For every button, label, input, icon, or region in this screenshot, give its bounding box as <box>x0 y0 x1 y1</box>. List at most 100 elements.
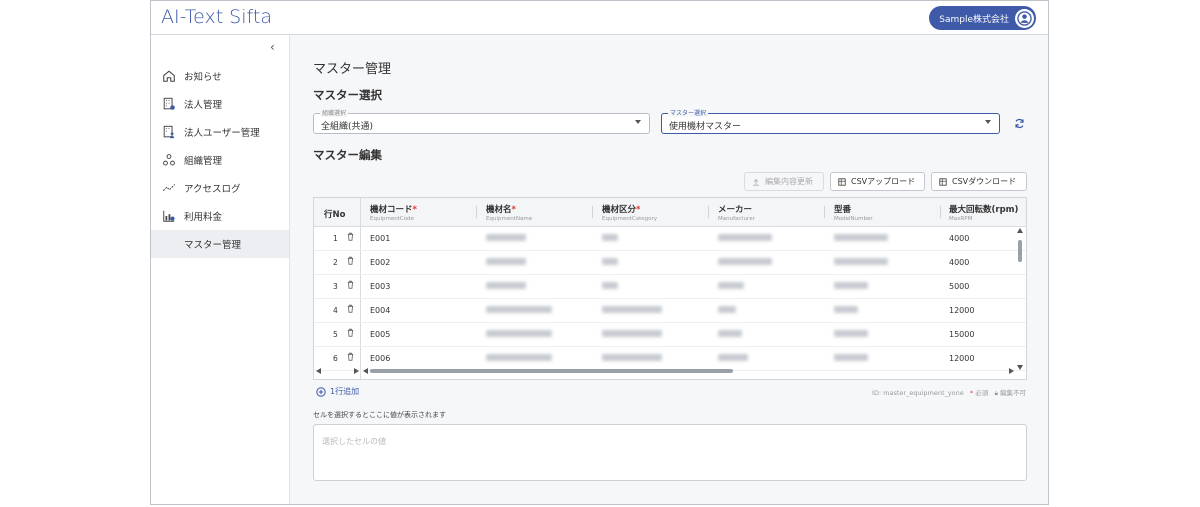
master-select[interactable]: マスター選択 使用機材マスター <box>661 108 1000 134</box>
update-button-label: 編集内容更新 <box>765 177 813 186</box>
csv-download-button[interactable]: CSVダウンロード <box>931 172 1027 191</box>
page-title: マスター管理 <box>313 62 392 77</box>
master-select-value: 使用機材マスター <box>669 122 742 132</box>
trash-icon[interactable] <box>347 232 354 241</box>
col-header-category[interactable]: 機材区分* EquipmentCategory <box>602 203 657 222</box>
master-select-label: マスター選択 <box>668 108 709 117</box>
section-title-edit: マスター編集 <box>313 148 382 162</box>
upload-arrow-icon <box>753 178 759 186</box>
billing-icon <box>161 208 177 224</box>
add-row-button[interactable]: 1行追加 <box>316 386 359 397</box>
cell-code[interactable]: E005 <box>370 330 390 339</box>
table-row[interactable]: 5 E005 15000 <box>314 322 1026 347</box>
scroll-left-icon[interactable] <box>316 368 321 374</box>
sidebar-item-label: 組織管理 <box>184 156 223 167</box>
table-header: 行No 機材コード* EquipmentCode 機材名* EquipmentNam… <box>314 198 1026 227</box>
cell-code[interactable]: E001 <box>370 234 390 243</box>
cell-maxrpm[interactable]: 15000 <box>949 330 974 339</box>
readonly-legend: 編集不可 <box>1000 389 1026 397</box>
org-select-value: 全組織(共通) <box>321 122 374 132</box>
cell-value-placeholder: 選択したセルの値 <box>322 437 386 446</box>
cell-code[interactable]: E006 <box>370 354 390 363</box>
csv-upload-button[interactable]: CSVアップロード <box>830 172 925 191</box>
sidebar: ‹ お知らせ 法人管理 法人ユーザー管理 組織管理 アクセスログ 利用料金 マス… <box>151 35 290 504</box>
user-menu-button[interactable]: Sample株式会社 <box>929 6 1036 30</box>
col-header-maxrpm[interactable]: 最大回転数(rpm) MaxRPM <box>949 203 1018 222</box>
refresh-icon[interactable] <box>1014 118 1025 132</box>
col-header-manufacturer[interactable]: メーカー Manufacturer <box>718 203 755 222</box>
table-row[interactable]: 2 E002 4000 <box>314 250 1026 275</box>
cell-value-hint: セルを選択するとここに値が表示されます <box>313 411 446 419</box>
scroll-right-icon[interactable] <box>1009 368 1014 374</box>
sidebar-collapse-icon[interactable]: ‹ <box>270 40 275 54</box>
trash-icon[interactable] <box>347 304 354 313</box>
table-row[interactable]: 4 E004 12000 <box>314 298 1026 323</box>
sidebar-item-corporations[interactable]: 法人管理 <box>151 90 289 118</box>
sidebar-item-corporate-users[interactable]: 法人ユーザー管理 <box>151 118 289 146</box>
row-number: 4 <box>333 306 338 315</box>
table-id: ID: master_equipment_yone <box>872 389 964 397</box>
corporate-user-icon <box>161 124 177 140</box>
row-number: 1 <box>333 234 338 243</box>
scroll-up-icon[interactable] <box>1017 228 1023 233</box>
add-row-label: 1行追加 <box>330 387 360 396</box>
cell-value-field[interactable]: 選択したセルの値 <box>313 424 1027 481</box>
home-icon <box>161 68 177 84</box>
access-log-icon <box>161 180 177 196</box>
user-avatar-icon <box>1015 8 1034 28</box>
scroll-right-icon[interactable] <box>354 368 359 374</box>
sidebar-item-label: 利用料金 <box>184 212 223 223</box>
lock-icon: 🔒︎ <box>994 389 998 397</box>
sidebar-item-label: 法人ユーザー管理 <box>184 128 260 139</box>
row-number: 5 <box>333 330 338 339</box>
sidebar-item-label: アクセスログ <box>184 184 241 195</box>
chevron-down-icon <box>985 120 991 124</box>
trash-icon[interactable] <box>347 256 354 265</box>
sidebar-item-organizations[interactable]: 組織管理 <box>151 146 289 174</box>
cell-code[interactable]: E002 <box>370 258 390 267</box>
scroll-left-icon[interactable] <box>363 368 368 374</box>
required-legend: 必須 <box>975 389 989 397</box>
cell-maxrpm[interactable]: 4000 <box>949 234 969 243</box>
sidebar-item-notices[interactable]: お知らせ <box>151 62 289 90</box>
org-select-label: 組織選択 <box>320 108 349 117</box>
csv-icon <box>939 177 947 186</box>
horizontal-scrollbar[interactable] <box>370 369 733 373</box>
sidebar-item-billing[interactable]: 利用料金 <box>151 202 289 230</box>
sidebar-item-access-log[interactable]: アクセスログ <box>151 174 289 202</box>
main-content: マスター管理 マスター選択 組織選択 全組織(共通) マスター選択 使用機材マス… <box>313 35 1048 504</box>
master-table: 行No 機材コード* EquipmentCode 機材名* EquipmentNam… <box>313 197 1027 380</box>
table-row[interactable]: 1 E001 4000 <box>314 226 1026 251</box>
col-header-rowno[interactable]: 行No <box>324 208 345 220</box>
sidebar-nav: お知らせ 法人管理 法人ユーザー管理 組織管理 アクセスログ 利用料金 マスター… <box>151 62 289 258</box>
cell-code[interactable]: E004 <box>370 306 390 315</box>
col-header-code[interactable]: 機材コード* EquipmentCode <box>370 203 417 222</box>
trash-icon[interactable] <box>347 328 354 337</box>
organization-icon <box>161 152 177 168</box>
col-header-model[interactable]: 型番 ModelNumber <box>834 203 873 222</box>
update-button[interactable]: 編集内容更新 <box>744 172 824 191</box>
top-bar: AI-Text Sifta Sample株式会社 <box>151 1 1048 35</box>
table-row[interactable]: 3 E003 5000 <box>314 274 1026 299</box>
org-select[interactable]: 組織選択 全組織(共通) <box>313 108 650 134</box>
sidebar-item-master[interactable]: マスター管理 <box>151 230 289 258</box>
row-number: 6 <box>333 354 338 363</box>
csv-icon <box>838 177 846 186</box>
cell-maxrpm[interactable]: 12000 <box>949 354 974 363</box>
cell-code[interactable]: E003 <box>370 282 390 291</box>
corporation-icon <box>161 96 177 112</box>
row-number: 2 <box>333 258 338 267</box>
scroll-down-icon[interactable] <box>1017 365 1023 370</box>
col-header-name[interactable]: 機材名* EquipmentName <box>486 203 532 222</box>
user-name: Sample株式会社 <box>939 14 1009 25</box>
cell-maxrpm[interactable]: 4000 <box>949 258 969 267</box>
cell-maxrpm[interactable]: 5000 <box>949 282 969 291</box>
app-window: AI-Text Sifta Sample株式会社 ‹ お知らせ 法人管理 法人ユ… <box>150 0 1049 505</box>
trash-icon[interactable] <box>347 352 354 361</box>
trash-icon[interactable] <box>347 280 354 289</box>
sidebar-item-label: お知らせ <box>184 72 222 83</box>
cell-maxrpm[interactable]: 12000 <box>949 306 974 315</box>
chevron-down-icon <box>635 120 641 124</box>
table-row[interactable]: 6 E006 12000 <box>314 346 1026 371</box>
vertical-scrollbar[interactable] <box>1018 240 1022 262</box>
